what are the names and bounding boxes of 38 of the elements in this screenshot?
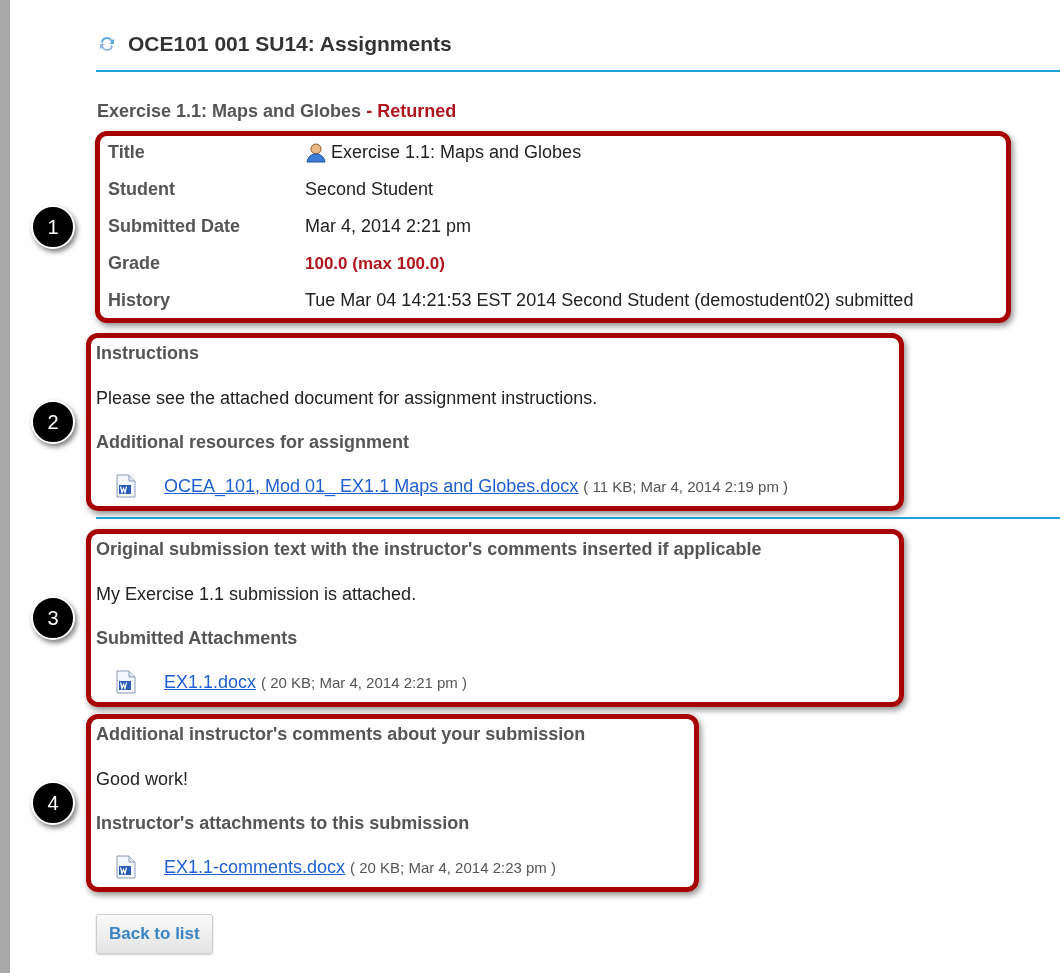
field-label: Grade bbox=[108, 252, 162, 275]
attachment-link[interactable]: EX1.1.docx bbox=[164, 668, 257, 696]
word-document-icon bbox=[116, 855, 136, 879]
section-text: My Exercise 1.1 submission is attached. bbox=[96, 582, 418, 606]
field-value: Exercise 1.1: Maps and Globes bbox=[331, 141, 582, 164]
callout-number: 3 bbox=[31, 595, 75, 640]
field-value: Second Student bbox=[305, 178, 434, 201]
attachments-heading: Additional resources for assignment bbox=[96, 430, 411, 454]
word-document-icon bbox=[116, 474, 136, 498]
section-text: Please see the attached document for assignment instructions. bbox=[96, 386, 599, 410]
refresh-icon bbox=[98, 34, 116, 53]
section-text: Good work! bbox=[96, 767, 190, 791]
field-label: Title bbox=[108, 141, 146, 164]
attachment-link[interactable]: EX1.1-comments.docx bbox=[164, 853, 346, 881]
attachments-heading: Instructor's attachments to this submission bbox=[96, 811, 471, 835]
field-value: 100.0 (max 100.0) bbox=[305, 252, 445, 275]
attachments-heading: Submitted Attachments bbox=[96, 626, 299, 650]
callout-number: 1 bbox=[31, 204, 75, 249]
attachment-link[interactable]: OCEA_101, Mod 01_ EX1.1 Maps and Globes.docx bbox=[164, 472, 579, 500]
field-label: Student bbox=[108, 178, 176, 201]
field-value: Mar 4, 2014 2:21 pm bbox=[305, 215, 472, 238]
attachment-info: ( 20 KB; Mar 4, 2014 2:21 pm ) bbox=[261, 672, 467, 693]
page-title: OCE101 001 SU14: Assignments bbox=[128, 31, 452, 57]
section-heading: Additional instructor's comments about your submission bbox=[96, 722, 587, 746]
attachment-info: ( 11 KB; Mar 4, 2014 2:19 pm ) bbox=[583, 476, 789, 497]
callout-number: 4 bbox=[31, 780, 75, 825]
field-label: History bbox=[108, 289, 171, 312]
word-document-icon bbox=[116, 670, 136, 694]
attachment-info: ( 20 KB; Mar 4, 2014 2:23 pm ) bbox=[350, 857, 556, 878]
field-label: Submitted Date bbox=[108, 215, 241, 238]
assignment-title: Exercise 1.1: Maps and Globes bbox=[97, 100, 362, 121]
field-value: Tue Mar 04 14:21:53 EST 2014 Second Student (demostudent02) submitted bbox=[305, 289, 914, 312]
person-icon bbox=[305, 142, 327, 163]
status-label: - Returned bbox=[366, 100, 457, 121]
callout-number: 2 bbox=[31, 399, 75, 444]
back-button[interactable]: Back to list bbox=[96, 913, 213, 954]
section-heading: Original submission text with the instructor's comments inserted if applicable bbox=[96, 537, 763, 561]
section-heading: Instructions bbox=[96, 341, 200, 365]
